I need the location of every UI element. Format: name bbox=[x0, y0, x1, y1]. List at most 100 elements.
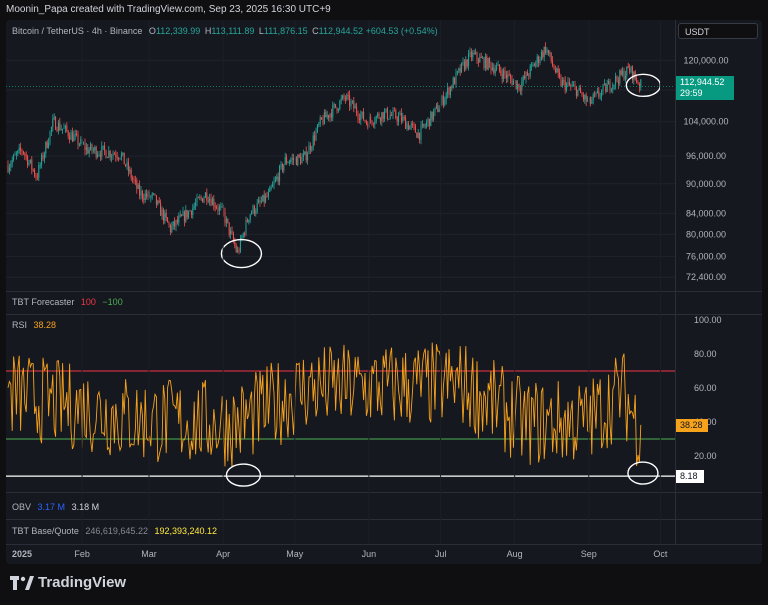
candle-body bbox=[15, 153, 17, 155]
candle-body bbox=[104, 145, 106, 151]
candle-body bbox=[510, 75, 512, 79]
obv-legend[interactable]: OBV 3.17 M 3.18 M bbox=[12, 502, 99, 512]
chart-frame[interactable]: 120,000.00112,000.00104,000.0096,000.009… bbox=[6, 20, 762, 564]
candle-body bbox=[357, 113, 359, 119]
candle-body bbox=[137, 184, 139, 189]
chart-canvas[interactable]: 120,000.00112,000.00104,000.0096,000.009… bbox=[6, 20, 762, 564]
candle-body bbox=[360, 114, 362, 121]
symbol-legend[interactable]: Bitcoin / TetherUS · 4h · Binance O112,3… bbox=[12, 26, 438, 36]
last-price-box: 112,944.52 29:59 bbox=[676, 76, 734, 101]
candle-body bbox=[200, 197, 202, 199]
candle-body bbox=[74, 133, 76, 136]
candle-body bbox=[540, 51, 542, 60]
candle-body bbox=[122, 152, 124, 155]
candle-body bbox=[496, 65, 498, 70]
price-tick-label: 76,000.00 bbox=[686, 251, 726, 261]
candle-body bbox=[218, 206, 220, 211]
candle-body bbox=[307, 154, 309, 161]
candle-body bbox=[594, 94, 596, 96]
candle-body bbox=[413, 124, 415, 126]
candle-body bbox=[384, 111, 386, 119]
candle-body bbox=[209, 198, 211, 202]
candle-body bbox=[172, 221, 174, 227]
candle-body bbox=[279, 166, 281, 182]
candle-body bbox=[584, 95, 586, 100]
candle-body bbox=[11, 159, 13, 165]
candle-body bbox=[129, 169, 131, 172]
candle-body bbox=[246, 219, 248, 223]
candle-body bbox=[571, 85, 573, 87]
rsi-legend[interactable]: RSI 38.28 bbox=[12, 320, 56, 330]
time-axis-label: 2025 bbox=[12, 549, 32, 559]
candle-body bbox=[386, 108, 388, 119]
candle-body bbox=[319, 117, 321, 125]
candle-body bbox=[175, 219, 177, 227]
candle-body bbox=[36, 177, 38, 179]
candle-body bbox=[575, 86, 577, 97]
candle-body bbox=[517, 83, 519, 89]
candle-body bbox=[190, 210, 192, 215]
candle-body bbox=[398, 115, 400, 122]
candle-body bbox=[379, 118, 381, 122]
candle-body bbox=[610, 89, 612, 91]
candle-body bbox=[144, 193, 146, 201]
tbt-base-quote-legend[interactable]: TBT Base/Quote 246,619,645.22 192,393,24… bbox=[12, 526, 217, 536]
candle-body bbox=[531, 64, 533, 66]
candle-body bbox=[174, 221, 176, 227]
candle-body bbox=[297, 154, 299, 166]
candle-body bbox=[210, 198, 212, 206]
candle-body bbox=[266, 195, 268, 197]
candle-body bbox=[638, 83, 640, 88]
candle-body bbox=[620, 70, 622, 75]
candle-body bbox=[554, 69, 556, 73]
candle-body bbox=[77, 134, 79, 145]
obv-value-2: 3.18 M bbox=[71, 502, 100, 512]
candle-body bbox=[424, 126, 426, 127]
candle-body bbox=[248, 219, 250, 223]
candle-body bbox=[546, 49, 548, 53]
tbt-forecaster-legend[interactable]: TBT Forecaster 100 −100 bbox=[12, 297, 123, 307]
candle-body bbox=[98, 154, 100, 156]
candle-body bbox=[609, 81, 611, 91]
candle-body bbox=[491, 67, 493, 70]
tradingview-wordmark: TradingView bbox=[38, 574, 127, 591]
candle-body bbox=[529, 65, 531, 77]
candle-body bbox=[328, 115, 330, 118]
candle-body bbox=[356, 106, 358, 114]
candle-body bbox=[515, 80, 517, 89]
open-value: 112,339.99 bbox=[155, 26, 201, 36]
candle-body bbox=[637, 82, 639, 84]
candle-body bbox=[108, 150, 110, 158]
candle-body bbox=[162, 209, 164, 221]
rsi-tick-label: 100.00 bbox=[694, 315, 722, 325]
candle-body bbox=[409, 125, 411, 130]
candle-body bbox=[553, 65, 555, 70]
currency-selector[interactable]: USDT bbox=[678, 23, 758, 39]
time-axis-label: Jul bbox=[435, 549, 447, 559]
price-low-circle bbox=[220, 238, 263, 269]
candle-body bbox=[169, 224, 171, 233]
candle-body bbox=[31, 159, 33, 170]
candle-body bbox=[493, 67, 495, 74]
price-tick-label: 72,400.00 bbox=[686, 272, 726, 282]
obv-value-1: 3.17 M bbox=[37, 502, 66, 512]
candle-body bbox=[405, 117, 407, 129]
candle-body bbox=[423, 123, 425, 127]
candle-body bbox=[88, 149, 90, 154]
candle-body bbox=[269, 187, 271, 192]
candle-body bbox=[486, 56, 488, 70]
rsi-current-circle bbox=[627, 461, 659, 485]
candle-body bbox=[49, 131, 51, 144]
candle-body bbox=[276, 176, 278, 180]
candle-body bbox=[490, 62, 492, 70]
candle-body bbox=[227, 218, 229, 223]
candle-body bbox=[361, 111, 363, 115]
candle-body bbox=[251, 212, 253, 215]
candle-body bbox=[273, 181, 275, 185]
candle-body bbox=[476, 52, 478, 60]
candle-body bbox=[512, 81, 514, 85]
candle-body bbox=[42, 154, 44, 160]
candle-body bbox=[186, 210, 188, 218]
candle-body bbox=[193, 206, 195, 209]
candle-body bbox=[109, 150, 111, 158]
